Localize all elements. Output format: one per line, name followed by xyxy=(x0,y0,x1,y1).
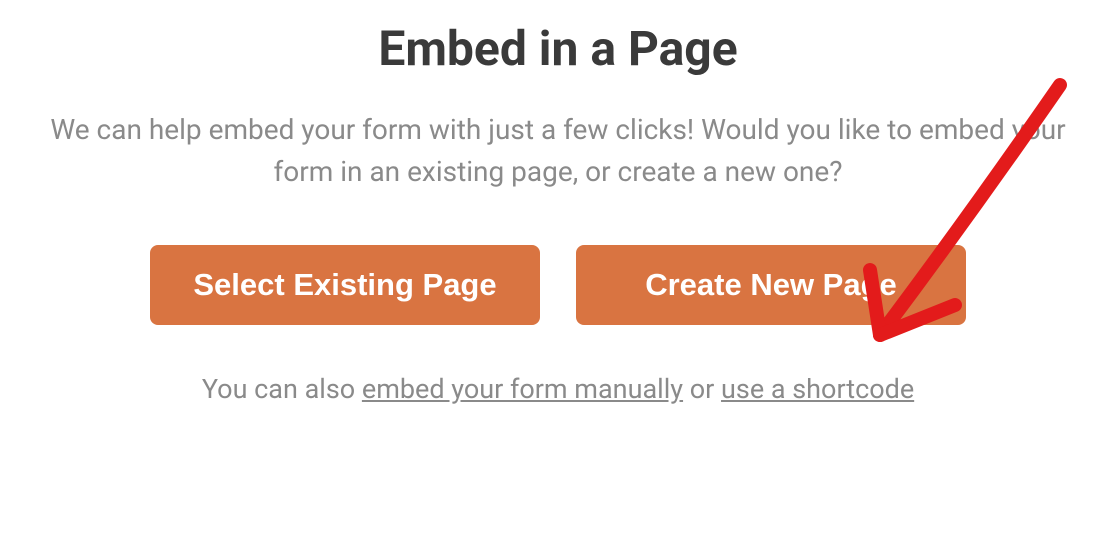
footer-prefix: You can also xyxy=(202,373,362,405)
footer-text: You can also embed your form manually or… xyxy=(202,373,914,405)
embed-manually-link[interactable]: embed your form manually xyxy=(362,373,683,405)
modal-title: Embed in a Page xyxy=(378,20,737,77)
button-row: Select Existing Page Create New Page xyxy=(150,245,966,325)
modal-subtitle: We can help embed your form with just a … xyxy=(28,109,1088,193)
footer-middle: or xyxy=(683,373,721,405)
select-existing-page-button[interactable]: Select Existing Page xyxy=(150,245,540,325)
use-shortcode-link[interactable]: use a shortcode xyxy=(721,373,914,405)
create-new-page-button[interactable]: Create New Page xyxy=(576,245,966,325)
